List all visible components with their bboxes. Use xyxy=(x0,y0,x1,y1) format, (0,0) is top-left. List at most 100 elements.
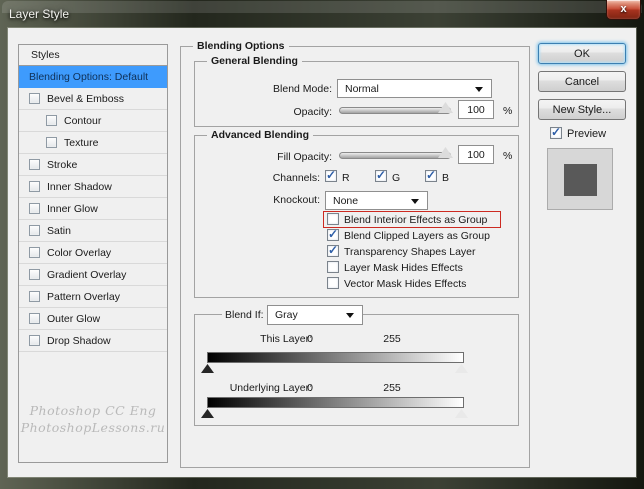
sidebar-item-gradient-overlay[interactable]: Gradient Overlay xyxy=(19,264,167,286)
new-style-button-label: New Style... xyxy=(552,103,612,116)
blending-options-title: Blending Options xyxy=(193,40,289,52)
blend-if-label: Blend If: xyxy=(222,309,267,321)
knockout-value: None xyxy=(333,194,359,207)
sidebar-item-color-overlay[interactable]: Color Overlay xyxy=(19,242,167,264)
preview-checkbox[interactable] xyxy=(550,125,562,139)
sidebar-item-texture[interactable]: Texture xyxy=(19,132,167,154)
layer-mask-hides-label: Layer Mask Hides Effects xyxy=(344,262,463,274)
blend-if-value: Gray xyxy=(275,309,298,321)
style-checkbox[interactable] xyxy=(29,313,40,324)
dropdown-arrow-icon xyxy=(346,313,354,318)
general-blending-group: General Blending Blend Mode: Normal Opac… xyxy=(194,55,519,127)
blend-interior-effects-checkbox[interactable] xyxy=(327,213,339,225)
sidebar-item-label: Satin xyxy=(47,224,71,237)
underlying-layer-black-marker-icon[interactable] xyxy=(201,409,214,418)
style-checkbox[interactable] xyxy=(29,269,40,280)
sidebar-item-drop-shadow[interactable]: Drop Shadow xyxy=(19,330,167,352)
sidebar-item-blending-options[interactable]: Blending Options: Default xyxy=(19,66,167,88)
style-checkbox[interactable] xyxy=(29,203,40,214)
advanced-blending-group: Advanced Blending Fill Opacity: 100 % Ch… xyxy=(194,129,519,298)
style-checkbox[interactable] xyxy=(29,225,40,236)
style-checkbox[interactable] xyxy=(46,137,57,148)
ok-button[interactable]: OK xyxy=(538,43,626,64)
underlying-layer-gradient xyxy=(207,397,464,408)
sidebar-item-bevel-emboss[interactable]: Bevel & Emboss xyxy=(19,88,167,110)
opacity-label: Opacity: xyxy=(293,106,332,118)
opacity-unit: % xyxy=(503,105,513,117)
sidebar-item-contour[interactable]: Contour xyxy=(19,110,167,132)
layer-mask-hides-checkbox[interactable] xyxy=(327,261,339,273)
fill-opacity-value[interactable]: 100 xyxy=(458,145,494,164)
sidebar-item-label: Inner Glow xyxy=(47,202,98,215)
sidebar-item-pattern-overlay[interactable]: Pattern Overlay xyxy=(19,286,167,308)
this-layer-min: 0 xyxy=(307,333,313,345)
channel-r-checkbox[interactable] xyxy=(325,168,337,182)
this-layer-label: This Layer: xyxy=(260,333,312,345)
transparency-shapes-label: Transparency Shapes Layer xyxy=(344,246,476,258)
styles-header: Styles xyxy=(19,45,167,66)
dropdown-arrow-icon xyxy=(475,86,483,92)
close-icon: x xyxy=(620,3,627,15)
sidebar-item-label: Contour xyxy=(64,114,102,127)
style-checkbox[interactable] xyxy=(29,159,40,170)
fill-opacity-value-text: 100 xyxy=(467,148,485,161)
blending-options-group: Blending Options General Blending Blend … xyxy=(180,40,530,468)
channel-g-label: G xyxy=(392,172,401,184)
blend-mode-label: Blend Mode: xyxy=(273,83,332,95)
channel-b-label: B xyxy=(442,172,450,184)
channel-r-label: R xyxy=(342,172,350,184)
channel-g-checkbox[interactable] xyxy=(375,168,387,182)
fill-opacity-unit: % xyxy=(503,150,513,162)
sidebar-item-label: Color Overlay xyxy=(47,246,112,259)
close-button[interactable]: x xyxy=(606,0,641,20)
sidebar-item-label: Inner Shadow xyxy=(47,180,112,193)
sidebar-item-outer-glow[interactable]: Outer Glow xyxy=(19,308,167,330)
sidebar-item-label: Stroke xyxy=(47,158,78,171)
sidebar-item-stroke[interactable]: Stroke xyxy=(19,154,167,176)
this-layer-max: 255 xyxy=(383,333,401,345)
channel-b-checkbox[interactable] xyxy=(425,168,437,182)
layer-style-dialog: Layer Style x Styles Blending Options: D… xyxy=(0,0,644,489)
preview-swatch xyxy=(564,164,597,196)
underlying-layer-white-marker-icon[interactable] xyxy=(455,409,468,418)
dialog-body: Styles Blending Options: Default Bevel &… xyxy=(8,28,636,477)
cancel-button[interactable]: Cancel xyxy=(538,71,626,92)
opacity-value[interactable]: 100 xyxy=(458,100,494,119)
cancel-button-label: Cancel xyxy=(564,75,600,88)
preview-label: Preview xyxy=(567,128,607,140)
blend-clipped-layers-checkbox[interactable] xyxy=(327,227,339,241)
knockout-select[interactable]: None xyxy=(325,191,428,210)
sidebar-item-label: Blending Options: Default xyxy=(29,70,149,83)
watermark-line1: Photoshop CC Eng xyxy=(29,403,157,418)
channels-label: Channels: xyxy=(272,172,320,184)
style-checkbox[interactable] xyxy=(29,181,40,192)
sidebar-item-label: Gradient Overlay xyxy=(47,268,127,281)
this-layer-white-marker-icon[interactable] xyxy=(455,364,468,373)
opacity-value-text: 100 xyxy=(467,103,485,116)
preview-thumbnail xyxy=(547,148,613,210)
style-checkbox[interactable] xyxy=(29,291,40,302)
title-bar[interactable]: Layer Style xyxy=(0,0,644,28)
this-layer-gradient xyxy=(207,352,464,363)
transparency-shapes-checkbox[interactable] xyxy=(327,243,339,257)
knockout-label: Knockout: xyxy=(273,194,320,206)
vector-mask-hides-label: Vector Mask Hides Effects xyxy=(344,278,467,290)
blend-mode-select[interactable]: Normal xyxy=(337,79,492,98)
blend-mode-value: Normal xyxy=(345,82,379,95)
style-checkbox[interactable] xyxy=(29,93,40,104)
vector-mask-hides-checkbox[interactable] xyxy=(327,277,339,289)
style-checkbox[interactable] xyxy=(46,115,57,126)
opacity-slider[interactable] xyxy=(339,107,451,114)
blend-interior-effects-label: Blend Interior Effects as Group xyxy=(344,214,488,226)
fill-opacity-slider[interactable] xyxy=(339,152,451,159)
blend-if-select[interactable]: Gray xyxy=(267,305,363,325)
style-checkbox[interactable] xyxy=(29,247,40,258)
style-checkbox[interactable] xyxy=(29,335,40,346)
sidebar-item-inner-glow[interactable]: Inner Glow xyxy=(19,198,167,220)
sidebar-item-inner-shadow[interactable]: Inner Shadow xyxy=(19,176,167,198)
this-layer-black-marker-icon[interactable] xyxy=(201,364,214,373)
ok-button-label: OK xyxy=(574,47,590,60)
underlying-layer-max: 255 xyxy=(383,382,401,394)
sidebar-item-satin[interactable]: Satin xyxy=(19,220,167,242)
new-style-button[interactable]: New Style... xyxy=(538,99,626,120)
